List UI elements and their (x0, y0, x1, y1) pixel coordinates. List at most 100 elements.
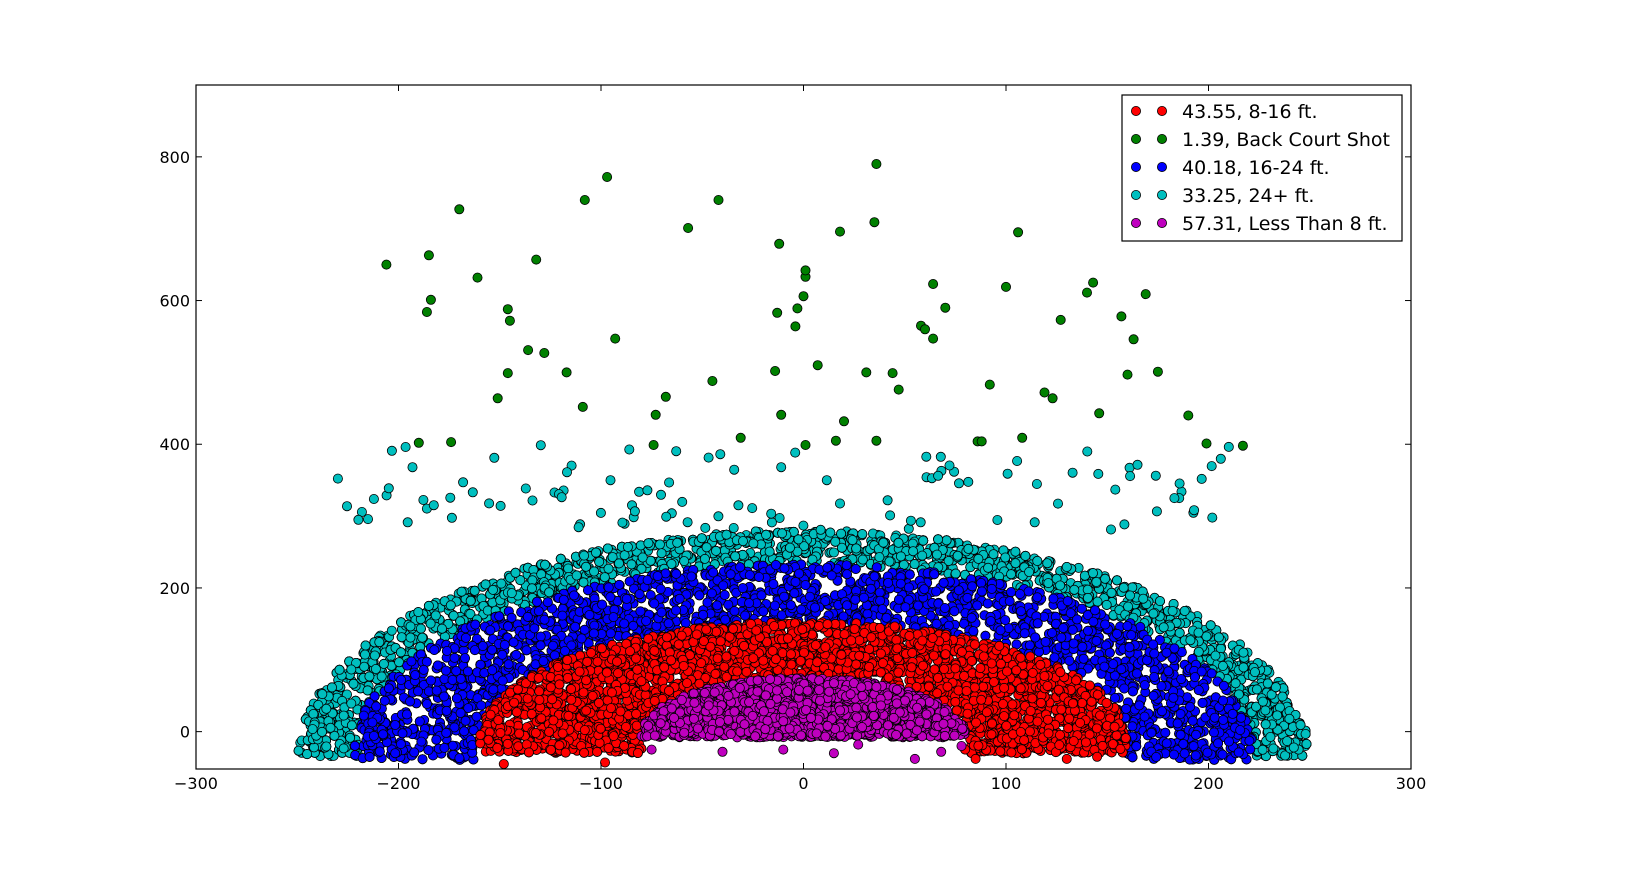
data-point-24+ (893, 537, 904, 548)
data-point-24+ (992, 515, 1003, 526)
data-point-24+ (728, 523, 739, 534)
data-point-24+ (851, 543, 862, 554)
data-point-24+ (465, 595, 476, 606)
data-point-24+ (591, 547, 602, 558)
data-point-24+ (1210, 650, 1221, 661)
data-point-24+ (1006, 569, 1017, 580)
scatter-chart: −300 −200 −100 0 100 200 3000200400600800 43.5… (159, 84, 1426, 793)
data-point-24+ (882, 495, 893, 506)
data-point-24+ (527, 583, 538, 594)
data-point-24+ (562, 467, 573, 478)
data-point-24+ (963, 476, 974, 487)
data-point-24+ (325, 722, 336, 733)
data-point-24+ (1217, 661, 1228, 672)
data-point-24+ (884, 556, 895, 567)
data-point-24+ (556, 492, 567, 503)
data-point-24+ (1295, 720, 1306, 731)
data-point-24+ (1189, 505, 1200, 516)
data-point-24+ (825, 527, 836, 538)
data-point-24+ (445, 600, 456, 611)
data-point-24+ (496, 578, 507, 589)
data-points-layer (293, 158, 1312, 769)
data-point-24+ (346, 720, 357, 731)
data-point-24+ (776, 462, 787, 473)
data-point-24+ (857, 554, 868, 565)
data-point-24+ (510, 567, 521, 578)
data-point-24+ (418, 494, 429, 505)
data-point-24+ (594, 556, 605, 567)
data-point-24+ (917, 550, 928, 561)
data-point-24+ (368, 493, 379, 504)
data-point-24+ (654, 539, 665, 550)
data-point-24+ (1155, 596, 1166, 607)
data-point-24+ (1148, 608, 1159, 619)
data-point-24+ (395, 647, 406, 658)
data-point-24+ (656, 548, 667, 559)
data-point-24+ (1284, 713, 1295, 724)
data-point-24+ (748, 538, 759, 549)
data-point-24+ (544, 587, 555, 598)
data-point-24+ (1069, 584, 1080, 595)
data-point-24+ (374, 637, 385, 648)
data-point-24+ (1106, 524, 1117, 535)
data-point-24+ (1251, 684, 1262, 695)
data-point-24+ (950, 568, 961, 579)
data-point-24+ (1082, 592, 1093, 603)
data-point-24+ (1260, 705, 1271, 716)
data-point-24+ (1257, 744, 1268, 755)
data-point-24+ (634, 486, 645, 497)
data-point-24+ (1061, 562, 1072, 573)
data-point-24+ (696, 533, 707, 544)
data-point-24+ (733, 500, 744, 511)
data-point-24+ (933, 470, 944, 481)
data-point-24+ (563, 563, 574, 574)
data-point-24+ (1020, 550, 1031, 561)
data-point-24+ (386, 445, 397, 456)
data-point-24+ (874, 552, 885, 563)
data-point-24+ (1067, 467, 1078, 478)
data-point-24+ (828, 547, 839, 558)
data-point-24+ (671, 446, 682, 457)
data-point-24+ (711, 545, 722, 556)
data-point-24+ (415, 623, 426, 634)
data-point-24+ (835, 498, 846, 509)
data-point-24+ (941, 535, 952, 546)
data-point-24+ (1300, 729, 1311, 740)
data-point-24+ (730, 551, 741, 562)
data-point-24+ (1082, 446, 1093, 457)
data-point-24+ (747, 503, 758, 514)
data-point-24+ (988, 549, 999, 560)
data-point-24+ (1042, 558, 1053, 569)
data-point-24+ (1132, 459, 1143, 470)
data-point-24+ (489, 452, 500, 463)
data-point-24+ (793, 534, 804, 545)
data-point-24+ (1091, 577, 1102, 588)
data-point-24+ (360, 640, 371, 651)
data-point-24+ (921, 451, 932, 462)
data-point-24+ (308, 709, 319, 720)
data-point-24+ (307, 724, 318, 735)
data-point-24+ (617, 517, 628, 528)
data-point-24+ (1270, 682, 1281, 693)
data-point-24+ (581, 561, 592, 572)
data-point-24+ (1238, 647, 1249, 658)
data-point-24+ (777, 528, 788, 539)
data-point-24+ (1151, 506, 1162, 517)
data-point-24+ (918, 535, 929, 546)
data-point-24+ (571, 570, 582, 581)
data-point-24+ (376, 671, 387, 682)
data-point-24+ (317, 689, 328, 700)
data-point-24+ (348, 678, 359, 689)
data-point-24+ (579, 550, 590, 561)
data-point-24+ (1265, 732, 1276, 743)
data-point-24+ (1277, 691, 1288, 702)
data-point-24+ (721, 529, 732, 540)
data-point-24+ (425, 618, 436, 629)
data-point-24+ (983, 562, 994, 573)
data-point-24+ (944, 460, 955, 471)
data-point-24+ (602, 543, 613, 554)
data-point-24+ (1112, 575, 1123, 586)
data-point-24+ (599, 572, 610, 583)
data-point-24+ (346, 664, 357, 675)
data-point-24+ (624, 444, 635, 455)
